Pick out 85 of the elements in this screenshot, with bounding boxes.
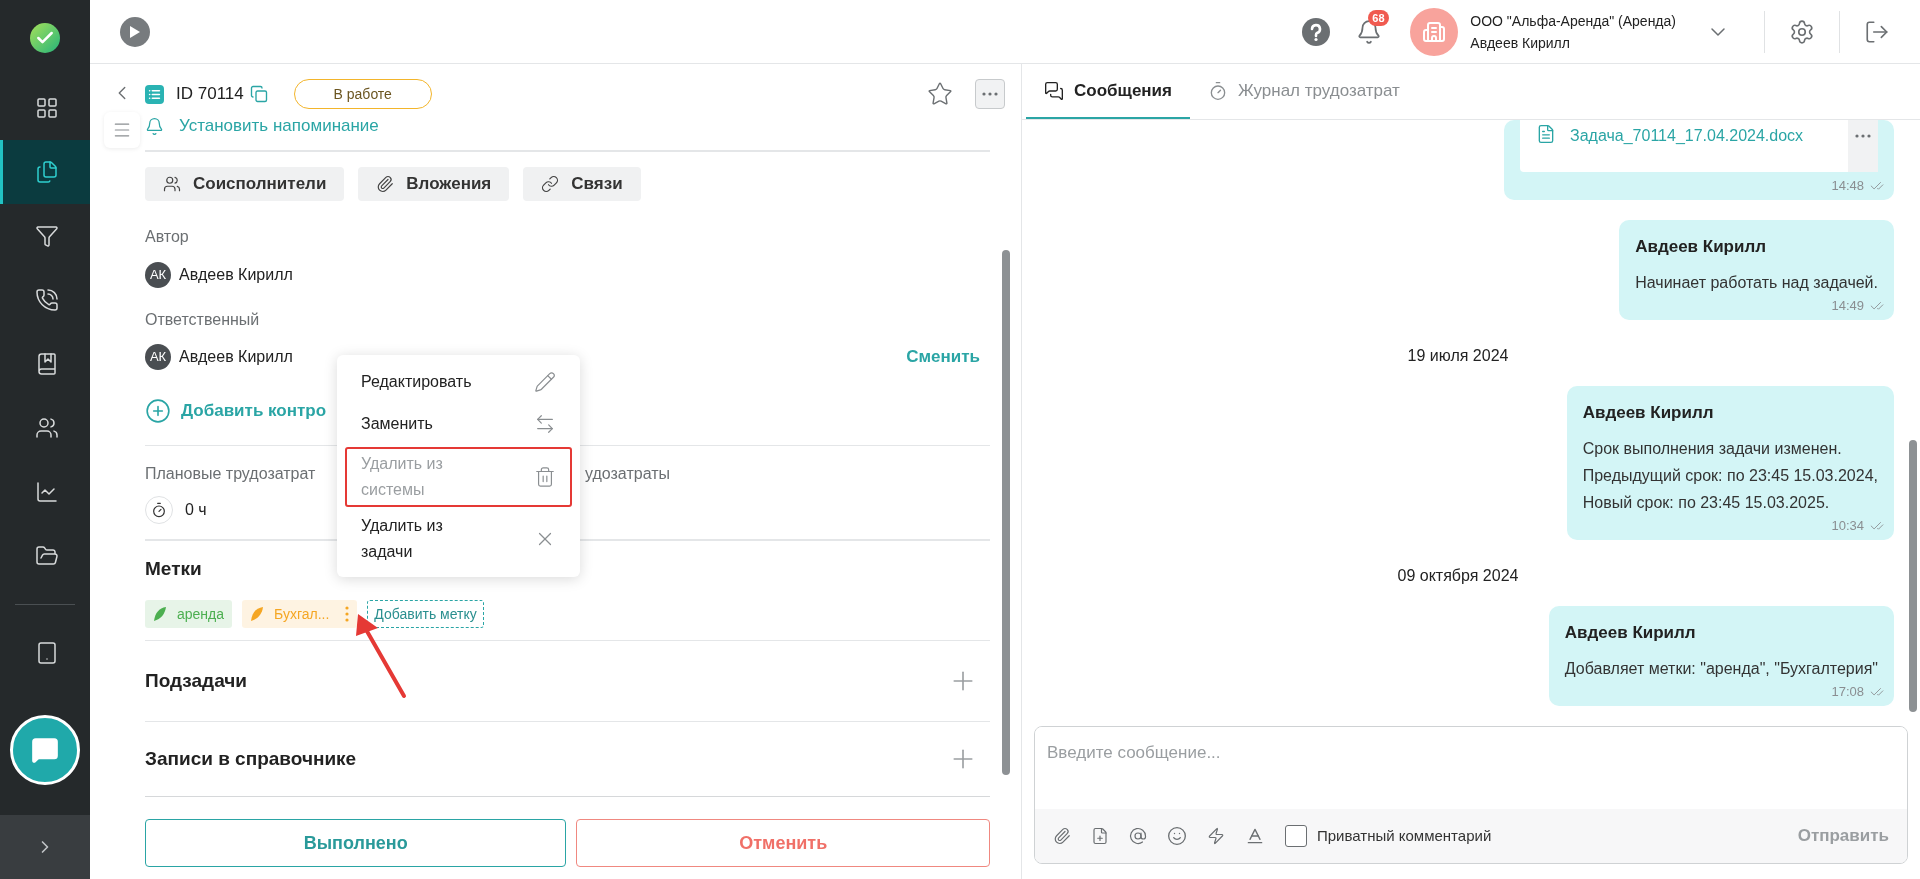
message-time: 14:49 (1831, 297, 1864, 315)
field-label: удозатраты (585, 465, 670, 482)
message-text: Добавляет метки: "аренда", "Бухгалтерия" (1564, 659, 1878, 679)
text-format-icon[interactable] (1245, 826, 1265, 846)
message-time: 17:08 (1831, 683, 1864, 701)
action-button[interactable]: Соисполнители (145, 167, 345, 201)
avatar: АК (145, 344, 171, 370)
checkbox-label: Приватный комментарий (1317, 825, 1492, 846)
sidebar-item[interactable] (0, 140, 90, 204)
tag[interactable]: Бухгал... (242, 600, 358, 628)
scrollbar[interactable] (1001, 250, 1010, 775)
done-button[interactable]: Выполнено (145, 819, 567, 867)
chart-icon (34, 480, 59, 504)
trash-icon (534, 466, 556, 488)
message-text: Срок выполнения задачи изменен. Предыдущий срок: по 23:45 15.03.2024, Новый срок: по 23:45 15.03.2025. (1582, 439, 1878, 513)
more-icon (982, 92, 998, 96)
paperclip-icon (376, 175, 395, 193)
section-title: Подзадачи (145, 668, 247, 693)
documents-icon (34, 160, 59, 184)
people-icon (163, 175, 181, 193)
send-button[interactable]: Отправить (1797, 823, 1889, 849)
copy-icon[interactable] (249, 85, 268, 103)
scrollbar[interactable] (1909, 440, 1917, 712)
logout-icon[interactable] (1864, 18, 1890, 45)
tag[interactable]: аренда (145, 600, 233, 628)
chat-icon (31, 736, 59, 764)
swap-icon (534, 413, 556, 435)
task-icon (145, 84, 164, 104)
section-title: Записи в справочнике (145, 746, 357, 771)
reminder-link[interactable]: Установить напоминание (179, 113, 379, 139)
field-label: Плановые трудозатрат (145, 465, 316, 482)
message-composer[interactable]: Введите сообщение... Приватный комментарий Отправить (1034, 726, 1908, 864)
message-time: 10:34 (1831, 517, 1864, 535)
action-button[interactable]: Вложения (358, 167, 510, 201)
message-author: Авдеев Кирилл (1582, 401, 1715, 424)
person-name: Авдеев Кирилл (179, 347, 293, 367)
date-separator: 19 июля 2024 (1407, 345, 1509, 366)
notification-badge: 68 (1368, 9, 1389, 26)
org-name: ООО "Альфа-Аренда" (Аренда) (1470, 11, 1676, 31)
folder-icon (34, 544, 59, 568)
grid-icon (34, 96, 59, 120)
section-title: Метки (145, 558, 203, 580)
more-icon (1855, 134, 1871, 138)
message-author: Авдеев Кирилл (1564, 621, 1697, 644)
help-icon[interactable] (1302, 17, 1331, 46)
message-text: Начинает работать над задачей. (1635, 273, 1878, 293)
timer-icon (1208, 80, 1228, 101)
play-icon[interactable] (120, 16, 150, 47)
message-author: Авдеев Кирилл (1635, 235, 1768, 258)
avatar: АК (145, 262, 171, 288)
task-id: ID 70114 (176, 83, 244, 106)
phone-icon (34, 288, 59, 312)
menu-item[interactable]: Удалить из задачи (345, 509, 572, 569)
field-label: Ответственный (145, 310, 261, 330)
pencil-icon (534, 371, 556, 393)
user-name: Авдеев Кирилл (1470, 33, 1571, 53)
file-plus-icon[interactable] (1091, 827, 1109, 845)
chat-icon (1044, 80, 1064, 101)
document-icon (1536, 124, 1556, 144)
add-controller-link[interactable]: Добавить контро (181, 398, 327, 424)
bell-icon (145, 116, 164, 136)
lightning-icon[interactable] (1207, 827, 1225, 845)
tab[interactable]: Сообщения (1026, 64, 1190, 119)
people-icon (34, 416, 59, 440)
change-link[interactable]: Сменить (906, 344, 980, 370)
paperclip-icon[interactable] (1053, 827, 1071, 845)
settings-icon[interactable] (1789, 18, 1815, 45)
add-icon[interactable] (145, 398, 171, 424)
smile-icon[interactable] (1167, 826, 1187, 846)
message-time: 14:48 (1831, 177, 1864, 195)
funnel-icon (34, 224, 59, 248)
at-icon[interactable] (1129, 827, 1147, 845)
logo-icon[interactable] (30, 23, 60, 53)
date-separator: 09 октября 2024 (1397, 565, 1519, 586)
field-label: Автор (145, 227, 190, 247)
link-icon (541, 175, 560, 193)
effort-value: 0 ч (185, 500, 207, 520)
menu-item[interactable]: Заменить (345, 403, 572, 445)
star-icon[interactable] (927, 81, 953, 107)
private-checkbox[interactable] (1285, 825, 1307, 847)
person-name: Авдеев Кирилл (179, 265, 293, 285)
action-button[interactable]: Связи (523, 167, 641, 201)
menu-item[interactable]: Редактировать (345, 361, 572, 403)
cancel-button[interactable]: Отменить (576, 819, 990, 867)
tab[interactable]: Журнал трудозатрат (1190, 64, 1418, 119)
